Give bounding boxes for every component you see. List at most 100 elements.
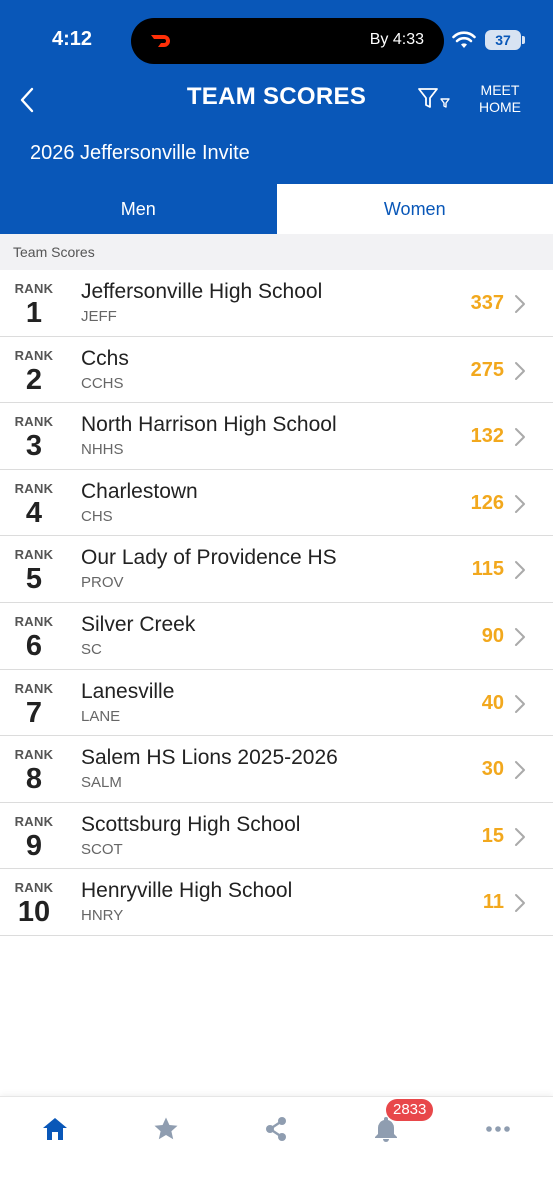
- team-score: 90: [481, 624, 504, 647]
- battery-indicator: 37: [485, 30, 521, 50]
- filter-button[interactable]: [414, 84, 454, 114]
- rank-label: RANK: [14, 547, 54, 563]
- team-abbreviation: PROV: [81, 574, 124, 592]
- back-icon: [20, 87, 34, 113]
- team-name: Our Lady of Providence HS: [81, 546, 337, 570]
- meet-home-line2: HOME: [479, 99, 521, 115]
- chevron-right-icon: [515, 694, 525, 713]
- notification-badge: 2833: [386, 1099, 434, 1121]
- team-score: 40: [481, 691, 504, 714]
- activity-text: By 4:33: [369, 31, 424, 48]
- chevron-right-icon: [515, 827, 525, 846]
- meet-home-button[interactable]: MEET HOME: [468, 82, 532, 116]
- more-icon: [486, 1126, 510, 1132]
- team-abbreviation: HNRY: [81, 907, 124, 925]
- battery-cap: [522, 36, 525, 44]
- team-abbreviation: JEFF: [81, 308, 117, 325]
- team-score: 337: [470, 292, 504, 314]
- dynamic-island[interactable]: By 4:33: [131, 18, 444, 64]
- share-icon: [266, 1117, 286, 1141]
- team-name: North Harrison High School: [81, 413, 337, 437]
- chevron-right-icon: [515, 894, 525, 913]
- rank-label: RANK: [14, 281, 54, 296]
- gender-tabs: Men Women: [0, 184, 553, 234]
- back-button[interactable]: [12, 84, 42, 116]
- team-row[interactable]: RANK 5 Our Lady of Providence HS PROV 11…: [0, 536, 553, 603]
- team-abbreviation: SCOT: [81, 840, 123, 858]
- rank-number: 9: [25, 829, 43, 862]
- rank-label: RANK: [14, 347, 54, 363]
- chevron-right-icon: [515, 627, 525, 646]
- team-row[interactable]: RANK 1 Jeffersonville High School JEFF 3…: [0, 270, 553, 337]
- team-row[interactable]: RANK 6 Silver Creek SC 90: [0, 602, 553, 670]
- team-score: 115: [471, 558, 504, 581]
- home-tab[interactable]: [35, 1111, 75, 1147]
- team-score: 132: [470, 425, 504, 448]
- team-scores-list: RANK 1 Jeffersonville High School JEFF 3…: [0, 270, 553, 936]
- team-row[interactable]: RANK 8 Salem HS Lions 2025-2026 SALM 30: [0, 736, 553, 803]
- chevron-right-icon: [515, 761, 525, 780]
- rank-number: 2: [25, 363, 43, 396]
- share-tab[interactable]: [256, 1111, 296, 1147]
- team-abbreviation: LANE: [81, 707, 121, 725]
- team-name: Cchs: [81, 346, 129, 370]
- team-abbreviation: SC: [81, 640, 102, 658]
- rank-number: 8: [25, 763, 43, 796]
- status-time: 4:12: [52, 28, 93, 50]
- team-row[interactable]: RANK 2 Cchs CCHS 275: [0, 336, 553, 404]
- team-abbreviation: SALM: [81, 774, 122, 792]
- chevron-right-icon: [515, 428, 525, 447]
- star-icon: [154, 1117, 178, 1140]
- rank-label: RANK: [14, 414, 54, 430]
- rank-number: 7: [25, 696, 43, 729]
- team-name: Lanesville: [81, 679, 175, 703]
- rank-label: RANK: [14, 480, 54, 496]
- filter-icon: [418, 88, 450, 108]
- chevron-right-icon: [515, 561, 525, 580]
- team-score: 15: [481, 824, 504, 847]
- chevron-right-icon: [515, 361, 525, 380]
- rank-number: 5: [25, 563, 43, 596]
- rank-label: RANK: [14, 813, 54, 829]
- rank-number: 4: [25, 496, 43, 529]
- more-tab[interactable]: [478, 1111, 518, 1147]
- team-name: Silver Creek: [81, 612, 196, 636]
- team-score: 11: [482, 891, 504, 914]
- bottom-tab-bar: [0, 1096, 553, 1200]
- team-score: 126: [470, 491, 504, 514]
- team-name: Scottsburg High School: [81, 812, 301, 836]
- favorites-tab[interactable]: [146, 1111, 186, 1147]
- team-abbreviation: CCHS: [81, 374, 124, 392]
- team-name: Charlestown: [81, 479, 198, 503]
- rank-label: RANK: [14, 613, 54, 629]
- team-row[interactable]: RANK 7 Lanesville LANE 40: [0, 669, 553, 737]
- team-name: Jeffersonville High School: [81, 280, 323, 303]
- team-row[interactable]: RANK 10 Henryville High School HNRY 11: [0, 869, 553, 936]
- team-abbreviation: CHS: [81, 507, 113, 525]
- team-score: 30: [481, 758, 504, 781]
- tab-men[interactable]: Men: [0, 184, 277, 234]
- home-icon: [43, 1118, 67, 1140]
- team-score: 275: [470, 358, 504, 381]
- chevron-right-icon: [515, 295, 525, 313]
- team-abbreviation: NHHS: [81, 441, 124, 459]
- team-row[interactable]: RANK 3 North Harrison High School NHHS 1…: [0, 403, 553, 470]
- tab-women[interactable]: Women: [276, 184, 553, 234]
- wifi-icon: [452, 31, 476, 48]
- rank-number: 1: [25, 297, 43, 329]
- chevron-right-icon: [515, 494, 525, 513]
- rank-number: 6: [25, 629, 43, 662]
- team-row[interactable]: RANK 9 Scottsburg High School SCOT 15: [0, 802, 553, 870]
- rank-number: 10: [17, 896, 51, 929]
- team-name: Salem HS Lions 2025-2026: [81, 746, 338, 770]
- meet-home-line1: MEET: [480, 82, 520, 98]
- rank-label: RANK: [14, 880, 54, 896]
- team-row[interactable]: RANK 4 Charlestown CHS 126: [0, 469, 553, 537]
- section-header: Team Scores: [0, 234, 553, 270]
- rank-label: RANK: [14, 680, 54, 696]
- delivery-app-icon: [151, 35, 170, 47]
- rank-label: RANK: [14, 747, 54, 763]
- meet-name: 2026 Jeffersonville Invite: [30, 142, 250, 164]
- team-name: Henryville High School: [81, 879, 293, 903]
- rank-number: 3: [25, 430, 43, 463]
